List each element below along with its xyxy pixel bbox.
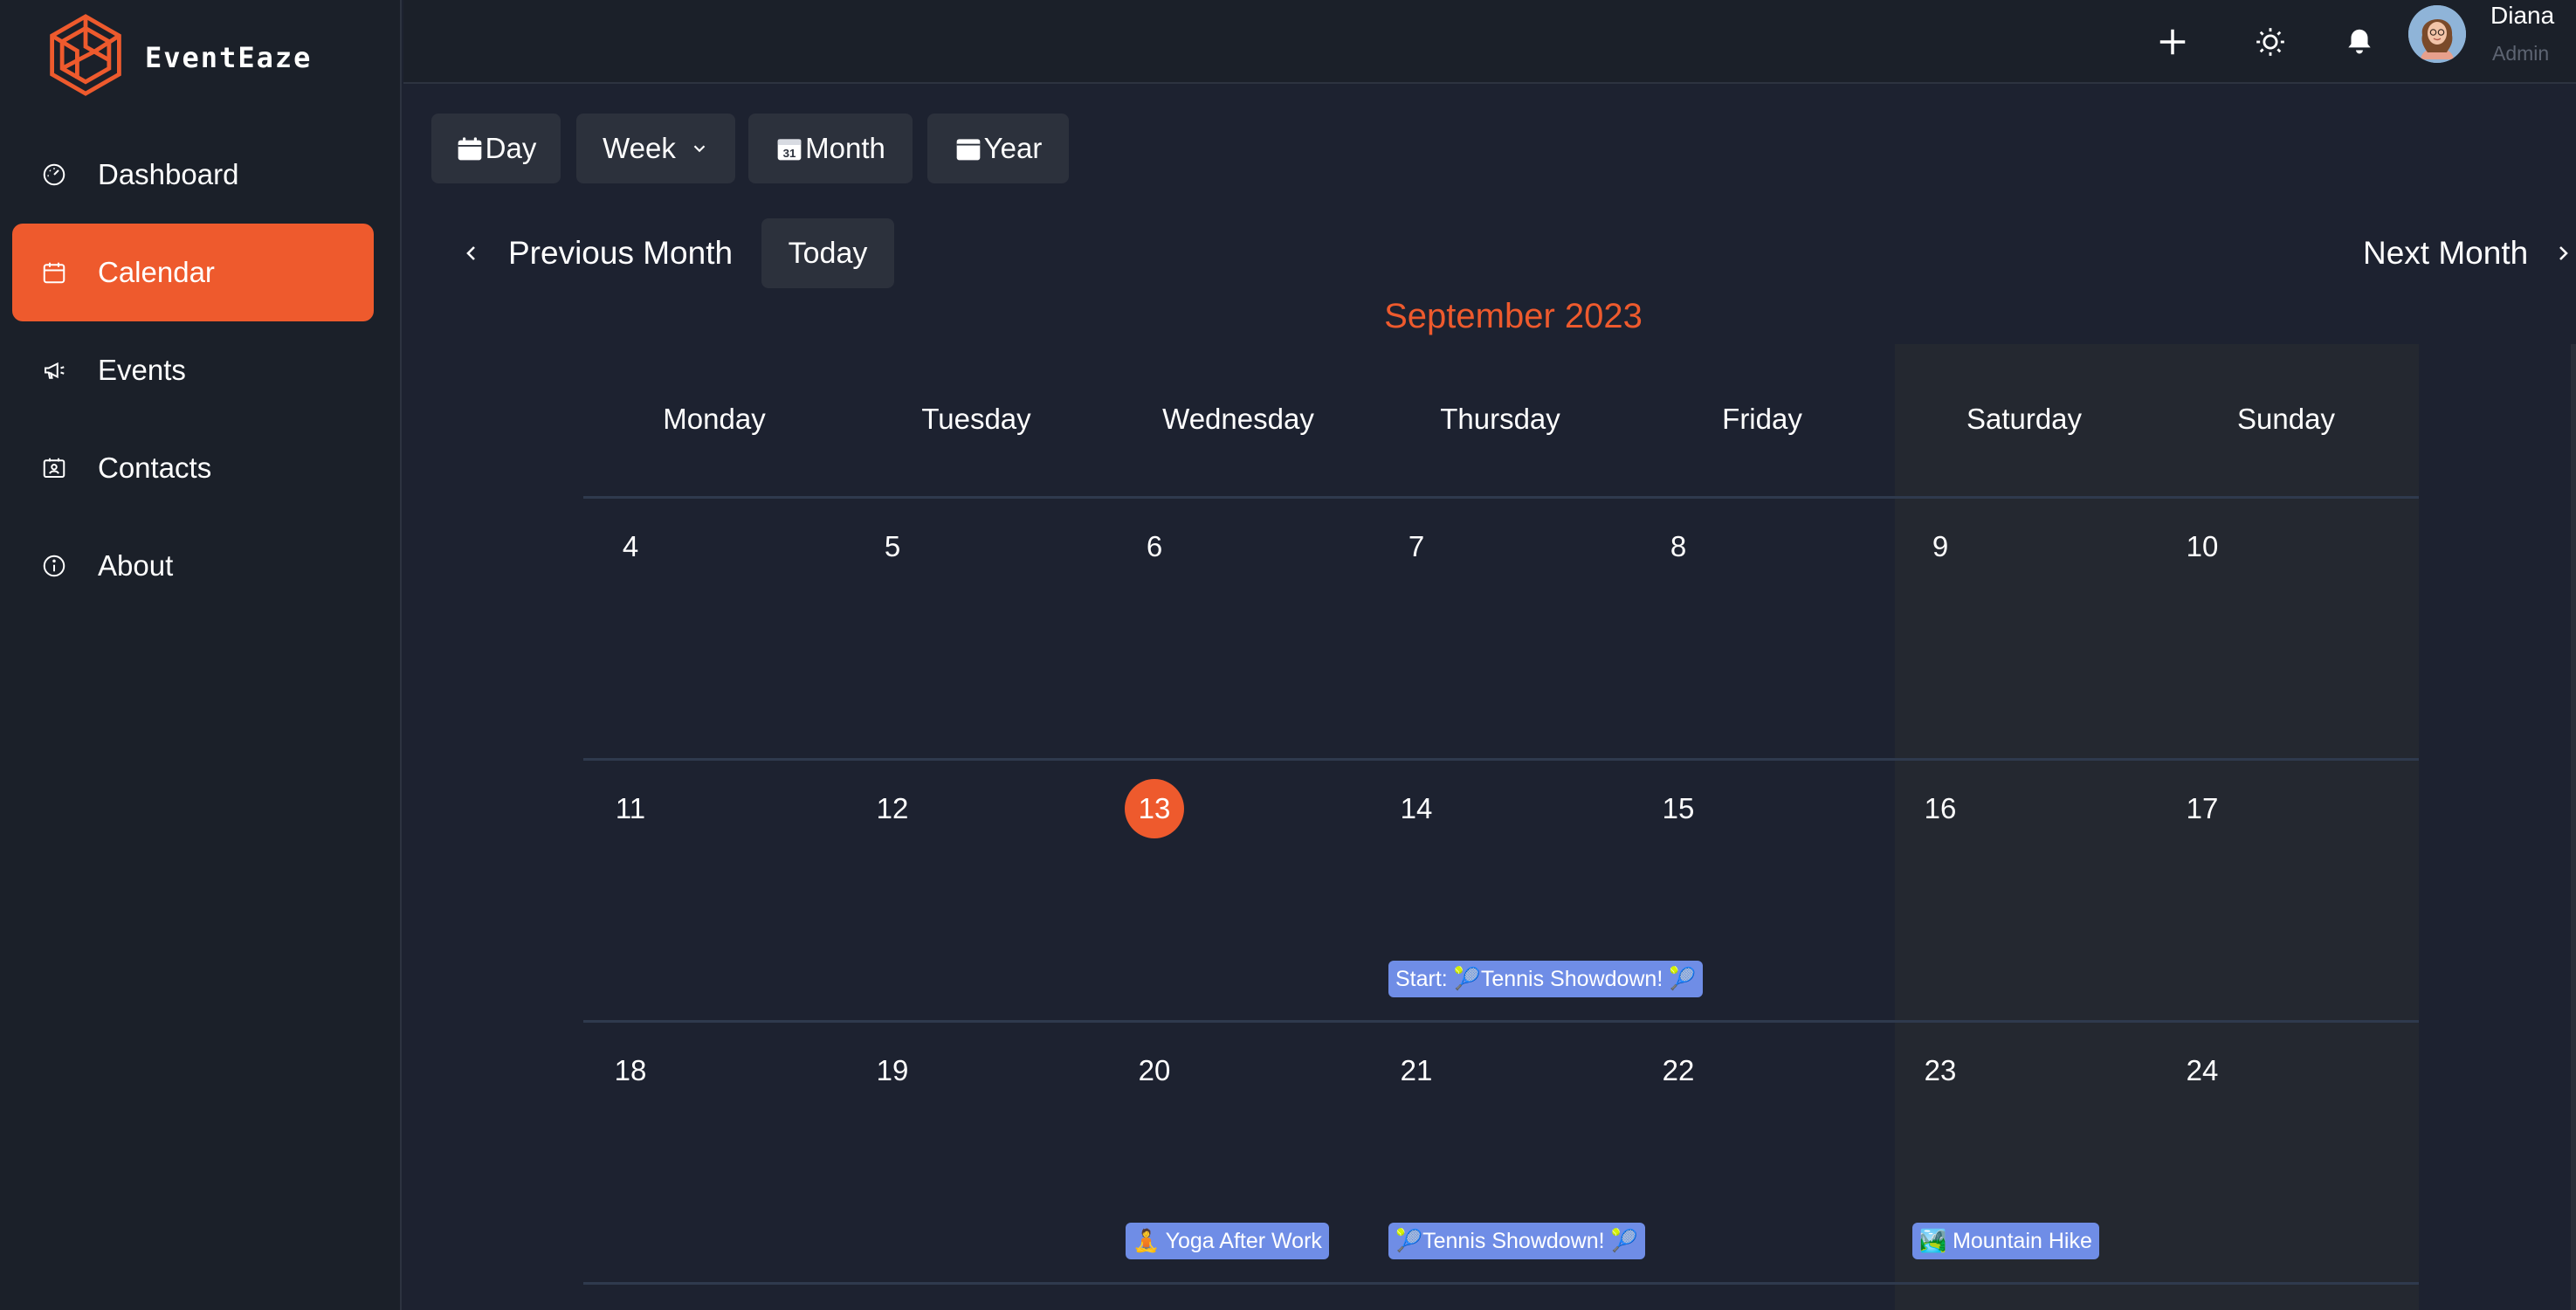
view-month-label: Month	[805, 132, 885, 164]
info-icon	[40, 552, 68, 580]
day-cell-number[interactable]: 20	[1125, 1041, 1184, 1100]
previous-month-label: Previous Month	[508, 235, 734, 271]
day-cell-number[interactable]: 12	[863, 779, 922, 838]
day-cell-number[interactable]: 11	[601, 779, 660, 838]
day-cell-number[interactable]: 15	[1649, 779, 1708, 838]
day-cell-number[interactable]: 5	[863, 517, 922, 576]
previous-month-button[interactable]: Previous Month	[461, 218, 733, 288]
gauge-icon	[40, 161, 68, 189]
month-title: September 2023	[1384, 297, 1643, 335]
event-tennis-showdown-start[interactable]: Start: 🎾Tennis Showdown! 🎾	[1388, 961, 1704, 997]
sidebar-item-label: About	[98, 549, 174, 582]
weekday-header: Wednesday	[1162, 403, 1314, 435]
weekday-header: Monday	[663, 403, 766, 435]
day-cell-number[interactable]: 22	[1649, 1041, 1708, 1100]
chevron-down-icon	[690, 139, 709, 158]
svg-text:31: 31	[783, 147, 796, 160]
week-divider	[583, 496, 2419, 499]
month-calendar-grid: Monday Tuesday Wednesday Thursday Friday…	[583, 344, 2419, 1310]
user-role: Admin	[2492, 42, 2550, 65]
day-cell-number[interactable]: 24	[2173, 1041, 2232, 1100]
sidebar-item-about[interactable]: About	[12, 517, 374, 615]
weekday-header: Sunday	[2237, 403, 2335, 435]
calendar-icon	[456, 134, 484, 162]
weekday-header: Friday	[1722, 403, 1802, 435]
day-cell-number[interactable]: 7	[1387, 517, 1446, 576]
day-cell-number[interactable]: 18	[601, 1041, 660, 1100]
day-cell-number[interactable]: 8	[1649, 517, 1708, 576]
weekday-header: Tuesday	[921, 403, 1031, 435]
day-cell-number[interactable]: 16	[1911, 779, 1970, 838]
avatar[interactable]	[2408, 5, 2466, 63]
sidebar-item-label: Dashboard	[98, 158, 239, 190]
event-tennis-showdown[interactable]: 🎾Tennis Showdown! 🎾	[1388, 1223, 1645, 1259]
app-logo[interactable]: EventEaze	[44, 12, 312, 102]
logo-icon	[44, 12, 127, 102]
view-year-button[interactable]: Year	[927, 114, 1069, 183]
next-month-label: Next Month	[2363, 235, 2529, 271]
calendar-icon	[954, 134, 982, 162]
weekday-header: Saturday	[1966, 403, 2083, 435]
weekday-header: Thursday	[1440, 403, 1560, 435]
view-week-label: Week	[603, 132, 676, 164]
week-divider	[583, 1020, 2419, 1023]
day-cell-number[interactable]: 14	[1387, 779, 1446, 838]
plus-icon[interactable]	[2148, 17, 2197, 66]
next-month-button[interactable]: Next Month	[2363, 218, 2573, 288]
sidebar-nav: Dashboard Calendar Events Contacts About	[12, 126, 374, 615]
app-name: EventEaze	[145, 40, 313, 74]
day-cell-number[interactable]: 23	[1911, 1041, 1970, 1100]
user-name: Diana	[2490, 2, 2555, 29]
today-button[interactable]: Today	[761, 218, 894, 288]
scrollbar-track[interactable]	[2571, 344, 2576, 1310]
view-day-label: Day	[485, 132, 537, 164]
chevron-left-icon	[461, 243, 482, 264]
view-month-button[interactable]: 31 Month	[748, 114, 913, 183]
sidebar-item-label: Contacts	[98, 452, 212, 484]
week-divider	[583, 1282, 2419, 1285]
contact-card-icon	[40, 454, 68, 482]
event-yoga-after-work[interactable]: 🧘 Yoga After Work	[1126, 1223, 1329, 1259]
day-cell-number[interactable]: 19	[863, 1041, 922, 1100]
calendar-icon	[40, 259, 68, 286]
event-mountain-hike[interactable]: 🏞️ Mountain Hike	[1912, 1223, 2099, 1259]
chevron-right-icon	[2552, 243, 2573, 264]
today-day-number[interactable]: 13	[1125, 779, 1184, 838]
view-week-dropdown[interactable]: Week	[576, 114, 735, 183]
day-cell-number[interactable]: 17	[2173, 779, 2232, 838]
sidebar-item-label: Calendar	[98, 256, 215, 288]
calendar-date-icon: 31	[775, 134, 803, 162]
day-cell-number[interactable]: 6	[1125, 517, 1184, 576]
day-cell-number[interactable]: 10	[2173, 517, 2232, 576]
sun-icon[interactable]	[2246, 17, 2295, 66]
day-cell-number[interactable]: 4	[601, 517, 660, 576]
megaphone-icon	[40, 356, 68, 384]
view-day-button[interactable]: Day	[431, 114, 561, 183]
view-year-label: Year	[983, 132, 1043, 164]
sidebar-item-dashboard[interactable]: Dashboard	[12, 126, 374, 224]
app-root: EventEaze Dashboard Calendar Events Cont…	[0, 0, 2576, 1310]
bell-icon[interactable]	[2335, 17, 2384, 66]
day-cell-number[interactable]: 21	[1387, 1041, 1446, 1100]
sidebar-item-label: Events	[98, 354, 186, 386]
week-divider	[583, 758, 2419, 761]
sidebar-item-contacts[interactable]: Contacts	[12, 419, 374, 517]
sidebar: EventEaze Dashboard Calendar Events Cont…	[0, 0, 402, 1310]
day-cell-number[interactable]: 9	[1911, 517, 1970, 576]
